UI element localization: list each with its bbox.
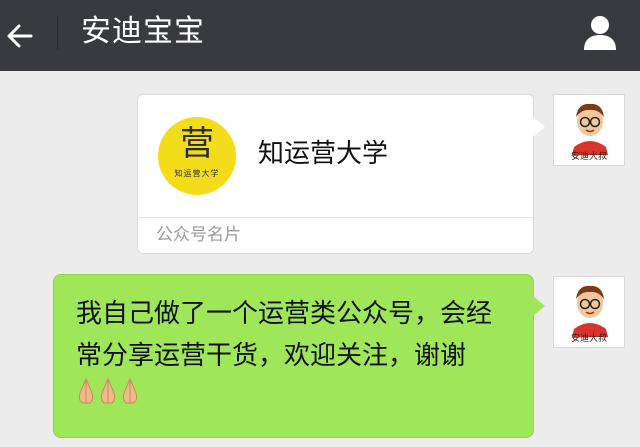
cartoon-avatar-icon [572, 285, 608, 337]
logo-char: 营 [180, 124, 214, 164]
text-bubble-tail [533, 296, 545, 316]
chat-info-button[interactable] [576, 8, 624, 56]
card-type-label: 公众号名片 [156, 225, 241, 245]
person-icon [584, 16, 616, 50]
account-name: 知运营大学 [258, 139, 389, 169]
chat-header: 安迪宝宝 [0, 0, 640, 71]
back-button[interactable] [0, 0, 40, 71]
business-card-message[interactable]: 营 知运营大学 知运营大学 公众号名片 [137, 94, 534, 254]
folded-hands-icon [76, 377, 140, 405]
account-logo: 营 知运营大学 [158, 117, 236, 195]
message-text: 我自己做了一个运营类公众号，会经常分享运营干货，欢迎关注，谢谢 [76, 299, 493, 371]
avatar-caption: 安迪大叔 [570, 152, 607, 162]
sender-avatar[interactable]: 安迪大叔 [553, 94, 625, 166]
card-bubble-tail [533, 117, 545, 137]
avatar-caption: 安迪大叔 [570, 334, 607, 344]
cartoon-avatar-icon [572, 103, 608, 155]
arrow-left-icon [7, 24, 33, 47]
header-divider [57, 16, 58, 50]
sender-avatar[interactable]: 安迪大叔 [553, 276, 625, 348]
chat-title: 安迪宝宝 [81, 14, 205, 49]
text-message-bubble[interactable]: 我自己做了一个运营类公众号，会经常分享运营干货，欢迎关注，谢谢 [53, 274, 534, 438]
logo-subtext: 知运营大学 [174, 169, 220, 178]
card-divider [138, 217, 533, 218]
